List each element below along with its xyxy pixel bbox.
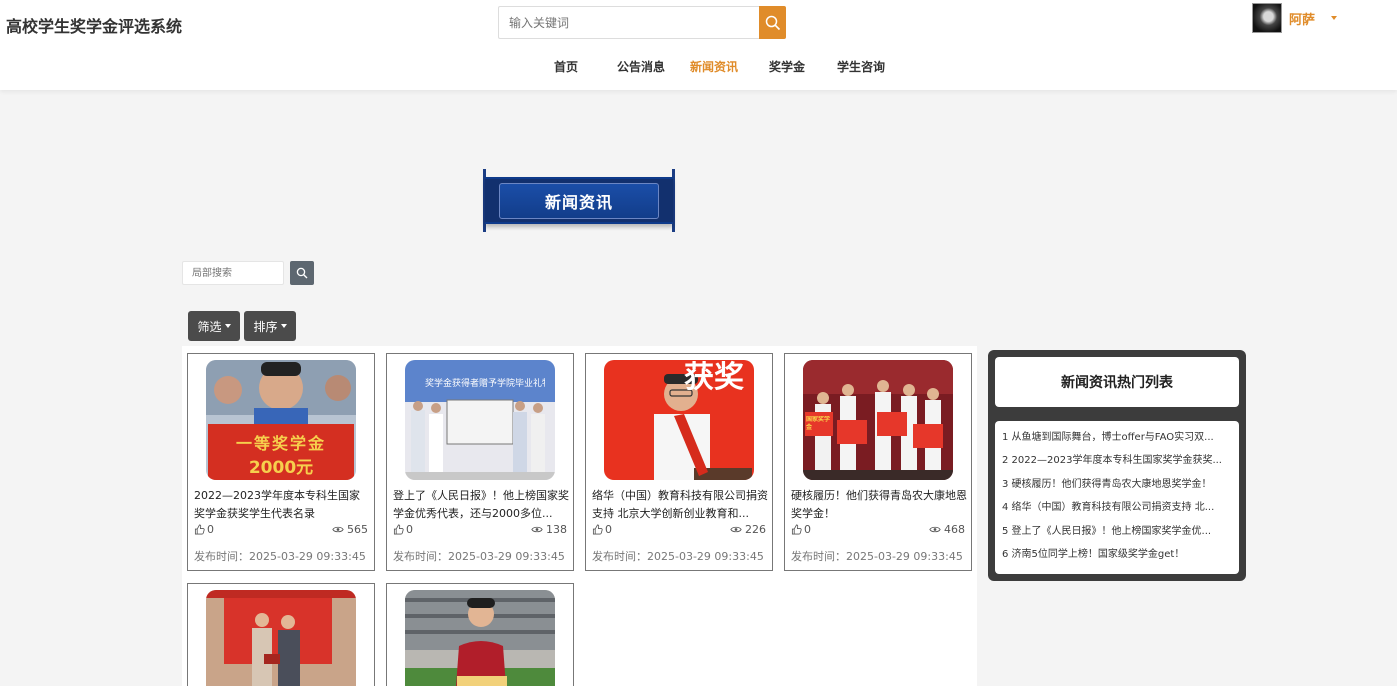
like-value: 0	[804, 523, 811, 536]
news-thumbnail[interactable]: 国家奖学金	[803, 360, 953, 480]
eye-icon	[531, 526, 543, 533]
section-banner: 新闻资讯	[483, 169, 675, 232]
news-stats: 0 226	[592, 523, 766, 537]
news-card[interactable]: 奖学金获得者赠予学院毕业礼物 登上了《人民日报》！他上榜国家奖学金优秀代表，还与…	[386, 353, 574, 571]
main-nav: 首页 公告消息 新闻资讯 奖学金 学生咨询	[0, 58, 1397, 74]
like-count[interactable]: 0	[791, 523, 811, 536]
sort-label: 排序	[253, 319, 278, 334]
view-value: 138	[546, 523, 567, 536]
filter-dropdown[interactable]: 筛选	[188, 311, 240, 341]
username[interactable]: 阿萨	[1289, 9, 1315, 28]
news-card[interactable]: 获奖 络华（中国）教育科技有限公司捐资支持 北京大学创新创业教育和... 0 2…	[585, 353, 773, 571]
news-thumbnail[interactable]: 奖学金获得者赠予学院毕业礼物	[405, 360, 555, 480]
section-title: 新闻资讯	[544, 193, 613, 212]
nav-scholarship[interactable]: 奖学金	[769, 58, 805, 75]
view-value: 565	[347, 523, 368, 536]
search-icon	[765, 15, 780, 30]
news-thumbnail[interactable]	[206, 590, 356, 686]
hot-news-item[interactable]: 5 登上了《人民日报》！他上榜国家奖学金优...	[995, 523, 1239, 546]
view-count: 565	[332, 523, 368, 536]
publish-time: 发布时间：2025-03-29 09:33:45	[393, 550, 565, 563]
caret-down-icon	[280, 324, 287, 328]
news-grid: 一等奖学金 2000元 2022—2023学年度本专科生国家奖学金获奖学生代表名…	[182, 346, 977, 686]
news-card[interactable]	[187, 583, 375, 686]
view-count: 468	[929, 523, 965, 536]
nav-home[interactable]: 首页	[554, 58, 578, 75]
publish-time: 发布时间：2025-03-29 09:33:45	[791, 550, 963, 563]
like-count[interactable]: 0	[592, 523, 612, 536]
thumb-amount-text: 2000元	[248, 458, 314, 478]
thumbs-up-icon	[393, 524, 404, 535]
thumbs-up-icon	[791, 524, 802, 535]
avatar[interactable]	[1252, 3, 1282, 33]
news-thumbnail[interactable]: 获奖	[604, 360, 754, 480]
nav-announcements[interactable]: 公告消息	[617, 58, 665, 75]
nav-news[interactable]: 新闻资讯	[690, 58, 738, 75]
hot-news-title: 新闻资讯热门列表	[995, 357, 1239, 407]
news-stats: 0 138	[393, 523, 567, 537]
filter-label: 筛选	[197, 319, 222, 334]
view-value: 468	[944, 523, 965, 536]
thumb-big-text: 获奖	[684, 360, 744, 395]
news-card[interactable]	[386, 583, 574, 686]
news-card[interactable]: 一等奖学金 2000元 2022—2023学年度本专科生国家奖学金获奖学生代表名…	[187, 353, 375, 571]
hot-news-item[interactable]: 1 从鱼塘到国际舞台，博士offer与FAO实习双...	[995, 429, 1239, 452]
news-thumbnail[interactable]: 一等奖学金 2000元	[206, 360, 356, 480]
news-title[interactable]: 络华（中国）教育科技有限公司捐资支持 北京大学创新创业教育和...	[592, 487, 768, 523]
site-title: 高校学生奖学金评选系统	[6, 17, 183, 36]
news-card[interactable]: 国家奖学金 硬核履历！他们获得青岛农大康地恩奖学金！ 0 468 发布时间：20…	[784, 353, 972, 571]
news-stats: 0 468	[791, 523, 965, 537]
user-menu[interactable]: 阿萨	[1252, 3, 1338, 33]
news-stats: 0 565	[194, 523, 368, 537]
eye-icon	[929, 526, 941, 533]
local-search-button[interactable]	[290, 261, 314, 285]
nav-student-consult[interactable]: 学生咨询	[837, 58, 885, 75]
thumbs-up-icon	[194, 524, 205, 535]
hot-news-item[interactable]: 4 络华（中国）教育科技有限公司捐资支持 北...	[995, 499, 1239, 522]
global-search	[498, 6, 786, 39]
banner-frame: 新闻资讯	[485, 177, 673, 224]
eye-icon	[332, 526, 344, 533]
like-count[interactable]: 0	[194, 523, 214, 536]
hot-news-item[interactable]: 2 2022—2023学年度本专科生国家奖学金获奖...	[995, 452, 1239, 475]
hot-news-item[interactable]: 3 硬核履历！他们获得青岛农大康地恩奖学金！	[995, 476, 1239, 499]
eye-icon	[730, 526, 742, 533]
local-search-input[interactable]	[182, 261, 284, 285]
search-input[interactable]	[498, 6, 759, 39]
hot-news-list: 1 从鱼塘到国际舞台，博士offer与FAO实习双... 2 2022—2023…	[995, 421, 1239, 574]
publish-time: 发布时间：2025-03-29 09:33:45	[194, 550, 366, 563]
news-thumbnail[interactable]	[405, 590, 555, 686]
publish-time: 发布时间：2025-03-29 09:33:45	[592, 550, 764, 563]
news-title[interactable]: 登上了《人民日报》！他上榜国家奖学金优秀代表，还与2000多位...	[393, 487, 569, 523]
news-title[interactable]: 2022—2023学年度本专科生国家奖学金获奖学生代表名录	[194, 487, 370, 523]
chevron-down-icon[interactable]	[1331, 16, 1338, 20]
like-count[interactable]: 0	[393, 523, 413, 536]
like-value: 0	[605, 523, 612, 536]
view-count: 138	[531, 523, 567, 536]
thumb-banner-text: 一等奖学金	[235, 434, 326, 453]
hot-news-panel: 新闻资讯热门列表 1 从鱼塘到国际舞台，博士offer与FAO实习双... 2 …	[988, 350, 1246, 581]
thumbs-up-icon	[592, 524, 603, 535]
like-value: 0	[207, 523, 214, 536]
banner-inner: 新闻资讯	[499, 183, 659, 219]
caret-down-icon	[224, 324, 231, 328]
view-count: 226	[730, 523, 766, 536]
thumb-sign-text: 国家奖学金	[806, 416, 831, 431]
view-value: 226	[745, 523, 766, 536]
like-value: 0	[406, 523, 413, 536]
top-header: 高校学生奖学金评选系统 阿萨 首页 公告消息 新闻资讯 奖学金 学生咨询	[0, 0, 1397, 90]
hot-news-item[interactable]: 6 济南5位同学上榜！国家级奖学金get！	[995, 546, 1239, 569]
news-title[interactable]: 硬核履历！他们获得青岛农大康地恩奖学金！	[791, 487, 967, 523]
sort-dropdown[interactable]: 排序	[244, 311, 296, 341]
search-button[interactable]	[759, 6, 786, 39]
search-icon	[296, 267, 308, 279]
thumb-sign-text: 奖学金获得者赠予学院毕业礼物	[425, 379, 545, 389]
